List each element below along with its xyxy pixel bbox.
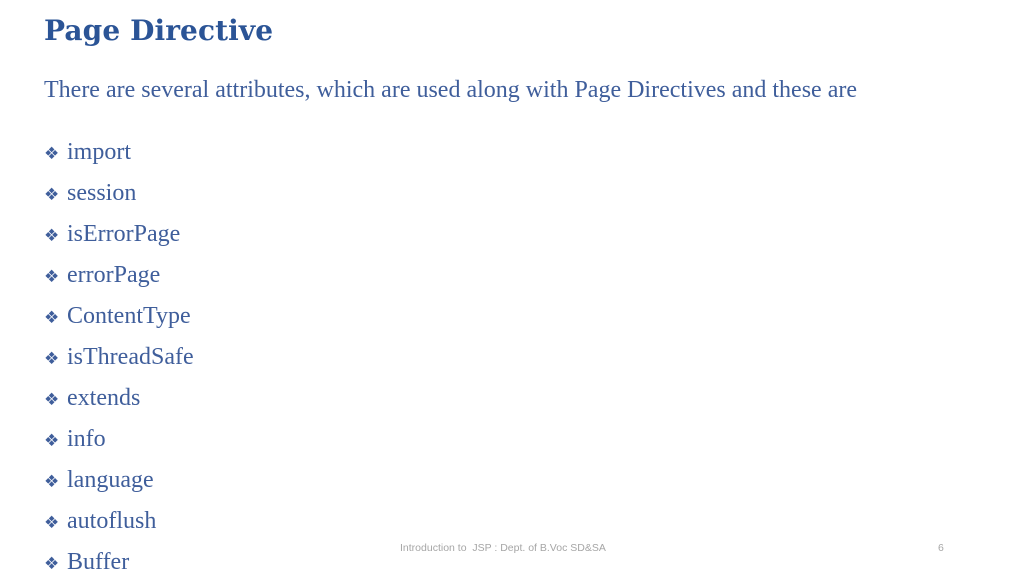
diamond-bullet-icon: ❖	[44, 185, 60, 205]
list-item: ❖ errorPage	[44, 261, 644, 302]
diamond-bullet-icon: ❖	[44, 226, 60, 246]
list-item: ❖ isErrorPage	[44, 220, 644, 261]
list-item-label: ContentType	[67, 303, 191, 329]
list-item: ❖ session	[44, 179, 644, 220]
diamond-bullet-icon: ❖	[44, 472, 60, 492]
list-item-label: info	[67, 426, 106, 452]
list-item: ❖ isThreadSafe	[44, 343, 644, 384]
diamond-bullet-icon: ❖	[44, 513, 60, 533]
list-item: ❖ info	[44, 425, 644, 466]
page-title: Page Directive	[44, 14, 274, 47]
list-item: ❖ extends	[44, 384, 644, 425]
list-item: ❖ ContentType	[44, 302, 644, 343]
list-item: ❖ language	[44, 466, 644, 507]
diamond-bullet-icon: ❖	[44, 267, 60, 287]
list-item-label: isErrorPage	[67, 221, 181, 247]
diamond-bullet-icon: ❖	[44, 144, 60, 164]
list-item: ❖ import	[44, 138, 644, 179]
list-item-label: language	[67, 467, 154, 493]
list-item-label: autoflush	[67, 508, 157, 534]
diamond-bullet-icon: ❖	[44, 390, 60, 410]
diamond-bullet-icon: ❖	[44, 349, 60, 369]
page-number: 6	[938, 542, 944, 554]
list-item-label: import	[67, 139, 131, 165]
list-item-label: errorPage	[67, 262, 161, 288]
attribute-bullet-list: ❖ import ❖ session ❖ isErrorPage ❖ error…	[44, 138, 644, 576]
list-item-label: extends	[67, 385, 141, 411]
list-item-label: isThreadSafe	[67, 344, 194, 370]
slide-footer: Introduction to JSP : Dept. of B.Voc SD&…	[0, 540, 1024, 560]
footer-text: Introduction to JSP : Dept. of B.Voc SD&…	[400, 542, 606, 554]
slide-canvas: Page Directive There are several attribu…	[0, 0, 1024, 576]
list-item-label: session	[67, 180, 137, 206]
intro-paragraph: There are several attributes, which are …	[44, 77, 857, 103]
diamond-bullet-icon: ❖	[44, 308, 60, 328]
diamond-bullet-icon: ❖	[44, 431, 60, 451]
